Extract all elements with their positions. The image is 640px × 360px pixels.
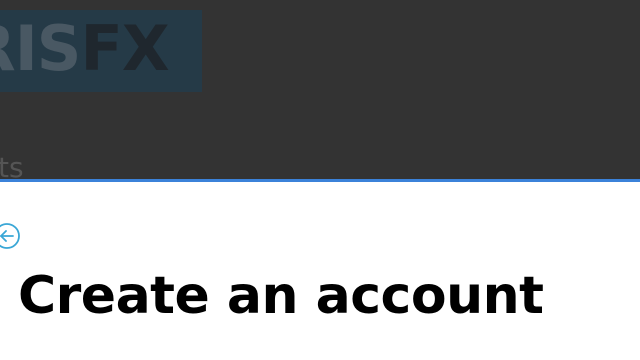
logo-main-text: RIS xyxy=(0,12,81,85)
page: RISFX ts Create an account xyxy=(0,0,640,360)
logo-accent-text: FX xyxy=(80,12,169,85)
back-arrow-circle-icon xyxy=(0,222,21,250)
backdrop-partial-text: ts xyxy=(0,151,24,181)
page-backdrop: RISFX ts xyxy=(0,0,640,180)
brand-logo: RISFX xyxy=(0,10,202,92)
logo-wordmark: RISFX xyxy=(0,18,170,80)
page-title: Create an account xyxy=(18,266,544,326)
create-account-sheet: Create an account xyxy=(0,179,640,360)
back-button[interactable] xyxy=(0,222,21,250)
